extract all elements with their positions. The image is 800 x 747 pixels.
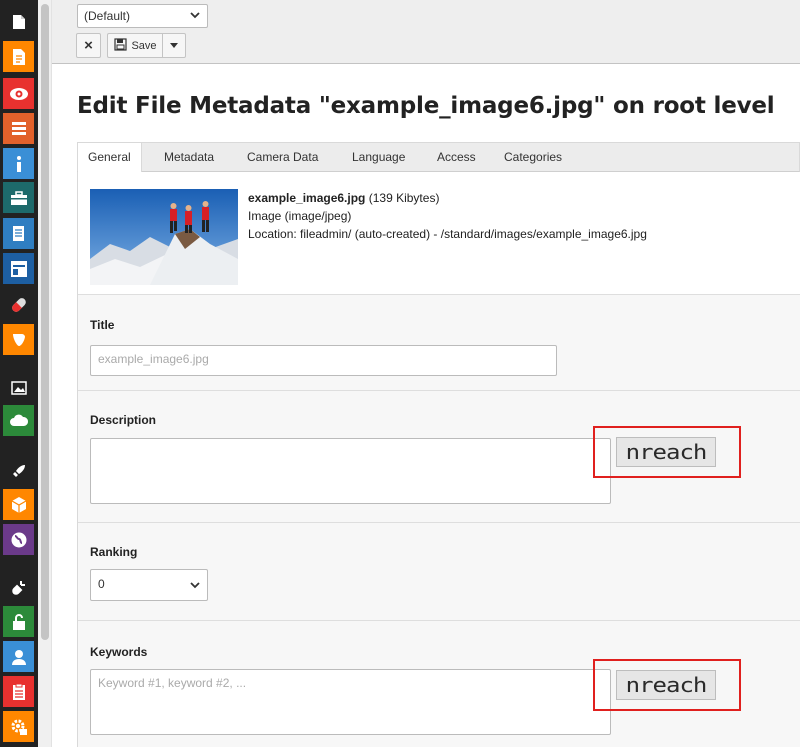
chevron-down-icon <box>190 579 200 594</box>
save-button[interactable]: Save <box>107 33 163 58</box>
nreach-logo: nreach <box>625 440 708 464</box>
page-module-icon[interactable] <box>3 41 34 72</box>
save-dropdown-button[interactable] <box>162 33 186 58</box>
keywords-section: Keywords Keyword #1, keyword #2, ... nre… <box>78 620 800 747</box>
view-module-icon[interactable] <box>3 78 34 109</box>
chevron-down-icon <box>190 9 200 24</box>
close-icon: × <box>84 37 93 54</box>
page-title: Edit File Metadata "example_image6.jpg" … <box>77 93 775 119</box>
keywords-textarea[interactable]: Keyword #1, keyword #2, ... <box>90 669 611 735</box>
description-section: Description nreach <box>78 390 800 522</box>
caret-down-icon <box>170 40 178 52</box>
extension-box-icon[interactable] <box>3 489 34 520</box>
tab-camera-data[interactable]: Camera Data <box>237 143 328 172</box>
file-info-text: example_image6.jpg (139 Kibytes) Image (… <box>248 189 647 243</box>
description-label: Description <box>90 413 157 427</box>
module-scrollbar-thumb[interactable] <box>41 4 49 640</box>
file-icon[interactable] <box>3 6 34 37</box>
close-button[interactable]: × <box>76 33 101 58</box>
clipboard-icon[interactable] <box>3 676 34 707</box>
module-menu <box>0 0 38 747</box>
image-icon[interactable] <box>3 372 34 403</box>
file-info: example_image6.jpg (139 Kibytes) Image (… <box>78 172 800 294</box>
template-icon[interactable] <box>3 253 34 284</box>
tab-language[interactable]: Language <box>342 143 415 172</box>
main-content: Edit File Metadata "example_image6.jpg" … <box>52 65 800 747</box>
settings-gear-icon[interactable] <box>3 711 34 742</box>
tab-categories[interactable]: Categories <box>494 143 572 172</box>
keywords-placeholder: Keyword #1, keyword #2, ... <box>98 676 247 690</box>
ranking-select[interactable]: 0 <box>90 569 208 601</box>
tab-access[interactable]: Access <box>427 143 486 172</box>
save-label: Save <box>131 39 157 52</box>
tab-metadata[interactable]: Metadata <box>154 143 224 172</box>
general-tab-panel: example_image6.jpg (139 Kibytes) Image (… <box>77 172 800 747</box>
info-module-icon[interactable] <box>3 148 34 179</box>
ranking-section: Ranking 0 <box>78 522 800 620</box>
globe-icon[interactable] <box>3 524 34 555</box>
rocket-icon[interactable] <box>3 455 34 486</box>
file-size: (139 Kibytes) <box>368 191 440 205</box>
recycler-icon[interactable] <box>3 218 34 249</box>
file-name: example_image6.jpg <box>248 191 366 205</box>
description-textarea[interactable] <box>90 438 611 504</box>
workspaces-icon[interactable] <box>3 182 34 213</box>
nreach-logo: nreach <box>625 673 708 697</box>
language-select[interactable]: (Default) <box>77 4 208 28</box>
tab-general[interactable]: General <box>78 143 142 173</box>
tab-bar: General Metadata Camera Data Language Ac… <box>77 142 800 173</box>
ranking-value: 0 <box>98 577 105 591</box>
floppy-disk-icon <box>114 37 128 54</box>
nreach-button[interactable]: nreach <box>616 670 716 700</box>
file-thumbnail[interactable] <box>90 189 238 285</box>
typo3-logo-icon[interactable] <box>3 324 34 355</box>
nreach-button[interactable]: nreach <box>616 437 716 467</box>
keywords-label: Keywords <box>90 645 148 659</box>
list-module-icon[interactable] <box>3 113 34 144</box>
user-icon[interactable] <box>3 641 34 672</box>
docheader: (Default) × Save <box>52 0 800 64</box>
title-input[interactable]: example_image6.jpg <box>90 345 557 376</box>
unlock-icon[interactable] <box>3 606 34 637</box>
ranking-label: Ranking <box>90 545 138 559</box>
cloud-upload-icon[interactable] <box>3 405 34 436</box>
file-type: Image (image/jpeg) <box>248 209 352 223</box>
title-section: Title example_image6.jpg <box>78 294 800 390</box>
plug-icon[interactable] <box>3 572 34 603</box>
language-select-value: (Default) <box>84 9 131 23</box>
title-placeholder: example_image6.jpg <box>98 352 209 366</box>
pill-icon[interactable] <box>3 289 34 320</box>
file-location: Location: fileadmin/ (auto-created) - /s… <box>248 227 647 241</box>
title-label: Title <box>90 318 115 332</box>
